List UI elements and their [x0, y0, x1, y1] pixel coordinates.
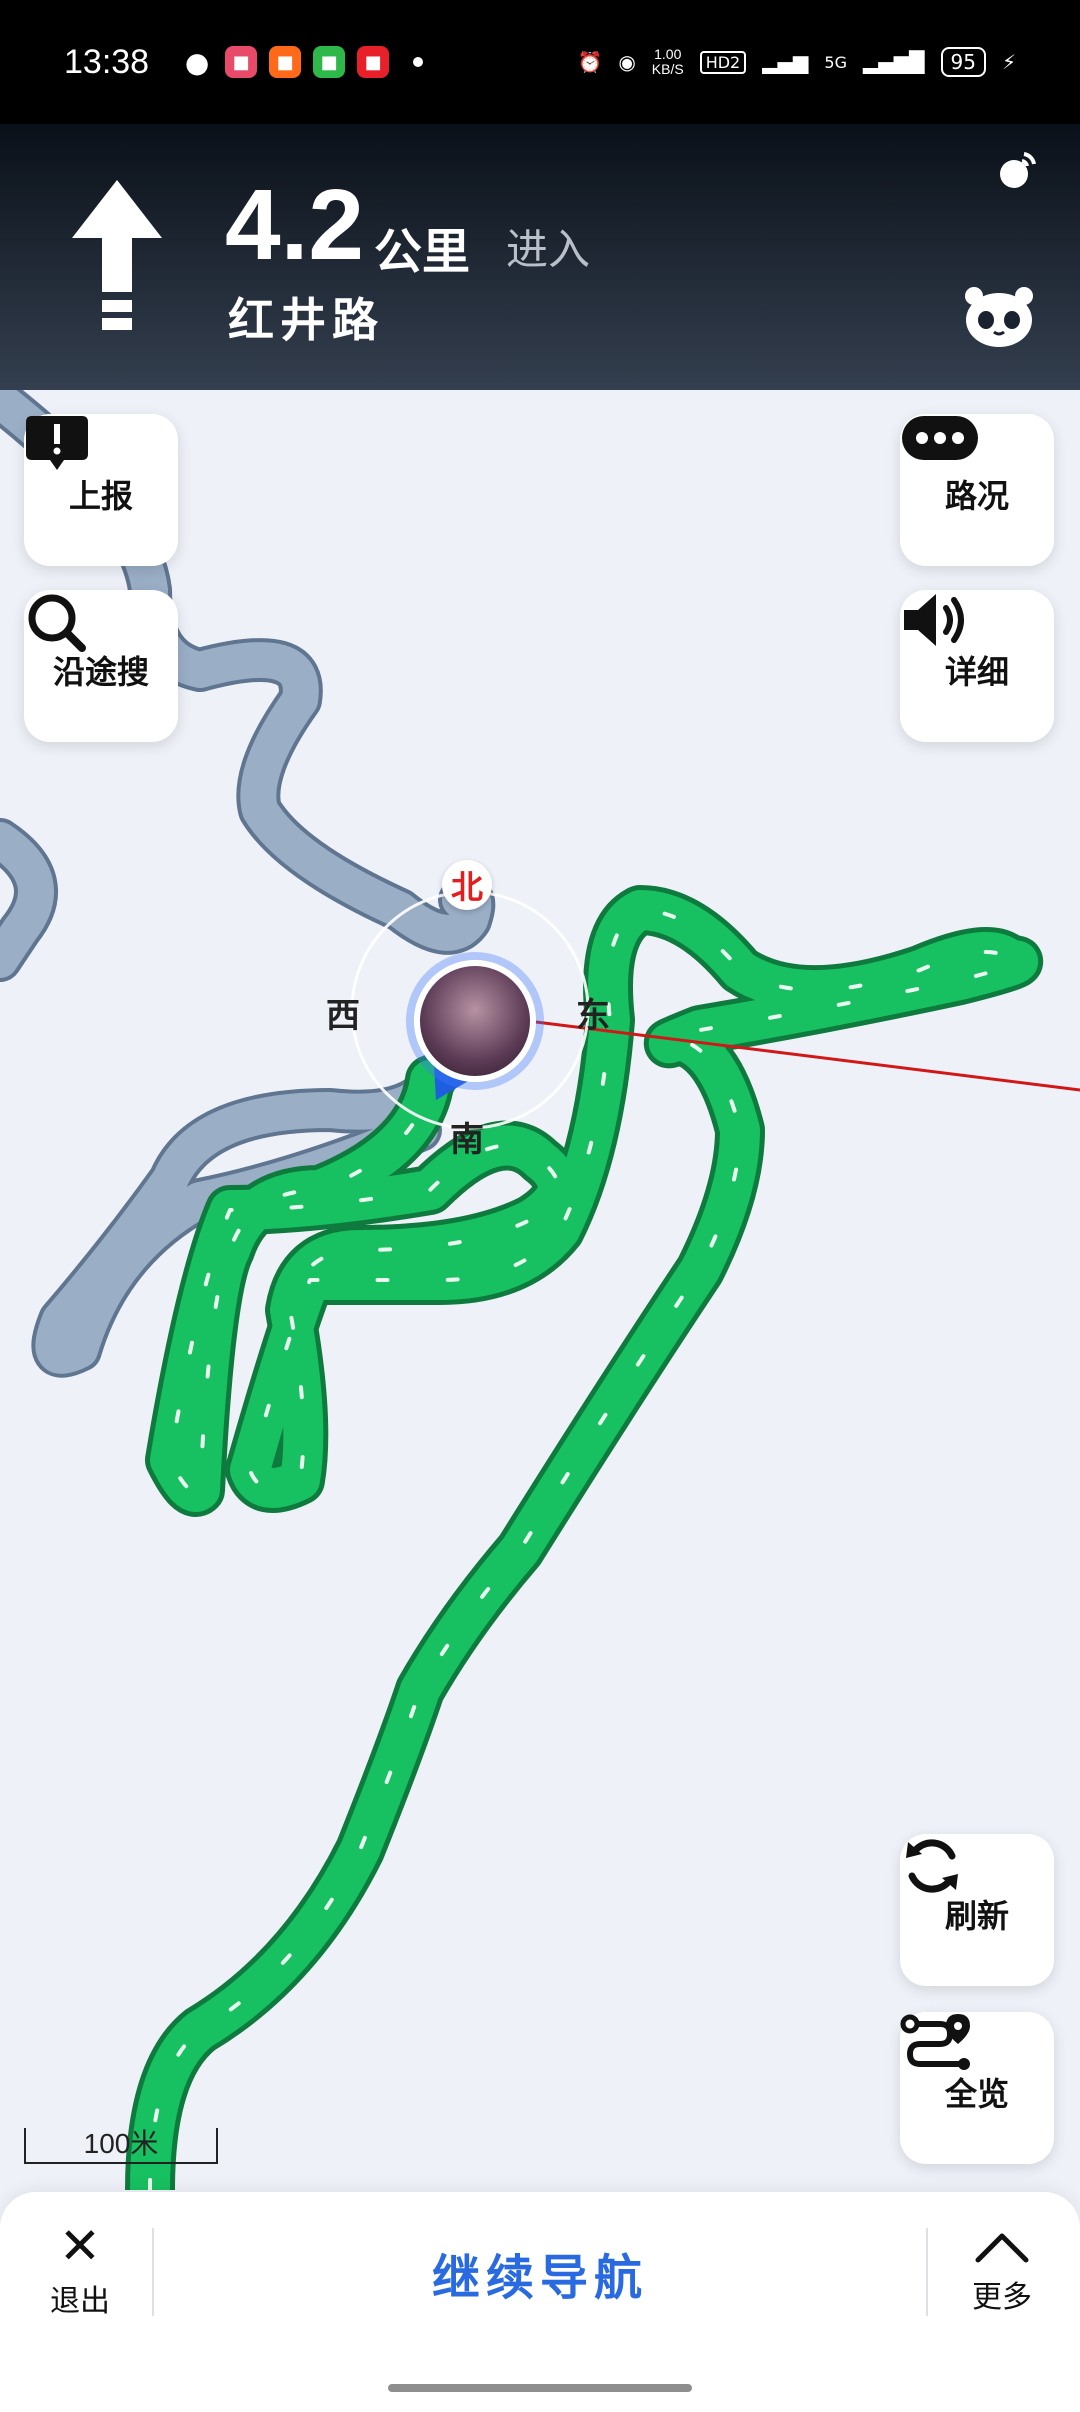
- app-icon-orange: ■: [269, 46, 302, 78]
- more-label: 更多: [972, 2280, 1032, 2315]
- search-along-button[interactable]: 沿途搜: [24, 590, 178, 742]
- app-icon-green: ■: [313, 46, 346, 78]
- detail-label: 详细: [944, 653, 1009, 691]
- divider-left: [152, 2228, 154, 2316]
- network-speed-unit: KB/S: [651, 61, 684, 77]
- network-speed: 1.00 KB/S: [652, 47, 684, 77]
- network-speed-value: 1.00: [654, 46, 682, 62]
- compass-south: 南: [450, 1120, 484, 1160]
- user-location-avatar[interactable]: [414, 960, 536, 1082]
- status-bar: 13:38 ● ■ ■ ■ ■ ⏰ ◉ 1.00 KB/S HD2 ▂▄▆ 5G…: [0, 0, 1080, 124]
- exit-label: 退出: [50, 2284, 110, 2319]
- bottom-bar: ✕ 退出 继续导航 更多: [0, 2192, 1080, 2412]
- overview-route-icon: [900, 2014, 970, 2070]
- exit-button[interactable]: ✕ 退出: [30, 2216, 130, 2336]
- traffic-label: 路况: [944, 477, 1009, 515]
- wechat-icon: ●: [184, 45, 210, 79]
- straight-arrow-icon: [72, 180, 162, 330]
- scale-label: 100米: [83, 2128, 159, 2159]
- refresh-button[interactable]: 刷新: [900, 1834, 1054, 1986]
- report-icon: [26, 416, 88, 470]
- signal-icon: ▂▄▆: [762, 50, 809, 74]
- map-view[interactable]: 上报 沿途搜 路况 详细 刷新 全览 北 西 东 南 100米: [0, 390, 1080, 2190]
- continue-navigation-button[interactable]: 继续导航: [300, 2238, 780, 2308]
- battery-indicator: 95: [940, 47, 986, 77]
- divider-right: [926, 2228, 928, 2316]
- compass-north[interactable]: 北: [442, 860, 492, 910]
- status-time: 13:38: [64, 42, 150, 81]
- location-icon: ◉: [618, 50, 636, 74]
- traffic-button[interactable]: 路况: [900, 414, 1054, 566]
- mascot-icon[interactable]: [964, 286, 1034, 348]
- more-button[interactable]: 更多: [952, 2216, 1052, 2336]
- app-icon-red: ■: [225, 46, 258, 78]
- alarm-icon: ⏰: [577, 50, 603, 74]
- refresh-icon: [906, 1839, 958, 1893]
- report-button[interactable]: 上报: [24, 414, 178, 566]
- traffic-icon: [902, 416, 978, 460]
- distance-value: 4.2: [225, 169, 365, 281]
- signal-icon-2: ▂▄▆█: [862, 50, 925, 74]
- chevron-up-icon: [975, 2233, 1029, 2263]
- report-label: 上报: [68, 477, 133, 515]
- scale-bar: 100米: [24, 2128, 218, 2164]
- close-icon: ✕: [59, 2217, 101, 2275]
- detail-voice-button[interactable]: 详细: [900, 590, 1054, 742]
- overview-label: 全览: [944, 2075, 1009, 2113]
- satellite-signal-icon[interactable]: [994, 148, 1040, 194]
- maneuver-action: 进入: [506, 225, 591, 274]
- hd-badge: HD2: [699, 50, 747, 74]
- compass-west: 西: [326, 996, 360, 1036]
- navigation-header: 4.2 公里 进入 红井路: [0, 124, 1080, 390]
- charging-icon: ⚡: [1001, 50, 1016, 74]
- compass-east: 东: [576, 996, 610, 1036]
- status-indicators: ⏰ ◉ 1.00 KB/S HD2 ▂▄▆ 5G ▂▄▆█ 95 ⚡: [577, 47, 1016, 77]
- distance-unit: 公里: [374, 224, 471, 280]
- more-notifications-dot: [413, 57, 424, 67]
- app-icon-red2: ■: [357, 46, 390, 78]
- overview-button[interactable]: 全览: [900, 2012, 1054, 2164]
- search-icon: [28, 594, 86, 652]
- 5g-label: 5G: [824, 52, 847, 72]
- home-indicator[interactable]: [388, 2384, 692, 2392]
- notification-icons: ● ■ ■ ■ ■: [181, 45, 390, 79]
- speaker-icon: [904, 594, 964, 646]
- road-name: 红井路: [228, 293, 384, 347]
